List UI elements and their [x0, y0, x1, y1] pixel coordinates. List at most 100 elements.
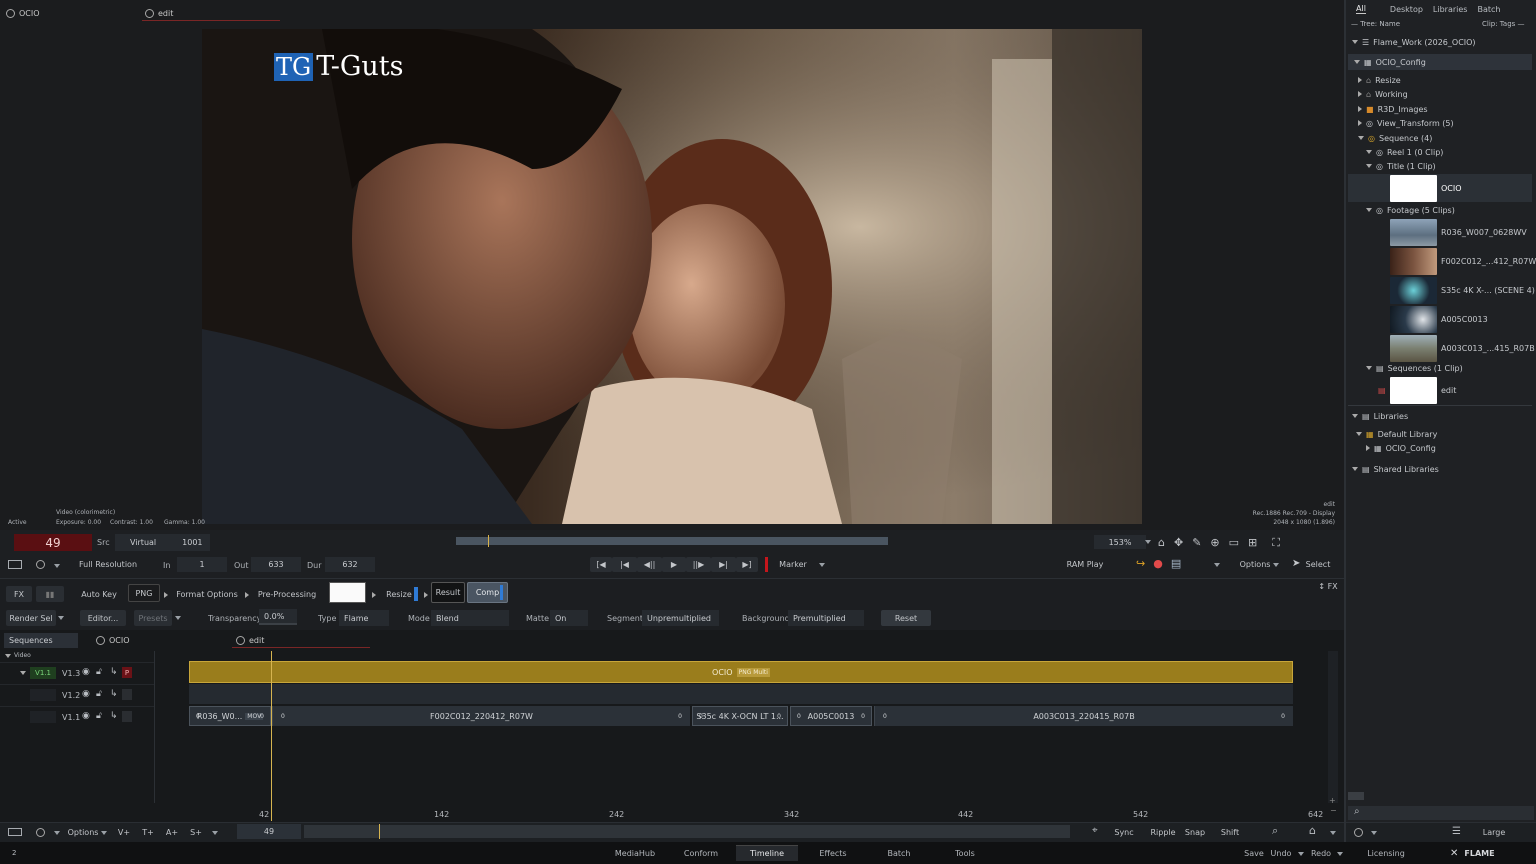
marker-button[interactable]: Marker	[772, 557, 814, 572]
target-icon[interactable]: ⊕	[1210, 536, 1219, 550]
tree-row-resize[interactable]: ⌂ Resize	[1348, 74, 1532, 86]
presets-button[interactable]: Presets	[134, 610, 172, 626]
empty-track-v1-2[interactable]	[189, 684, 1293, 704]
video-group[interactable]: Video	[5, 652, 31, 659]
thumbnail-size-button[interactable]: Large	[1472, 825, 1516, 839]
auto-key-button[interactable]: Auto Key	[78, 586, 120, 602]
background-field[interactable]: Premultiplied	[788, 610, 864, 626]
segment-a003c013[interactable]: 0 A003C013_220415_R07B 0	[874, 706, 1293, 726]
timeline-vscroll[interactable]	[1328, 651, 1338, 803]
priority-badge[interactable]: P	[122, 667, 132, 678]
step-forward-button[interactable]: ||▶	[686, 557, 711, 572]
redo-caret-icon[interactable]	[1337, 852, 1343, 856]
nav-tab-tools[interactable]: Tools	[940, 845, 990, 861]
track-header-v1-3[interactable]: V1.1 V1.3 ◉ 🔓︎ ↳ P	[0, 662, 154, 682]
lock-icon[interactable]: 🔓︎	[96, 667, 102, 677]
browser-gear-caret-icon[interactable]	[1371, 831, 1377, 835]
fx-thumb-button[interactable]: ▮▮	[36, 586, 64, 602]
add-subtitle-track-button[interactable]: S+	[186, 825, 206, 839]
matte-field[interactable]: On	[550, 610, 588, 626]
zoom-in-icon[interactable]: +	[1329, 796, 1336, 805]
dur-field[interactable]: 632	[325, 557, 375, 572]
eyedropper-icon[interactable]: ✎	[1192, 536, 1201, 550]
browser-gear-icon[interactable]	[1354, 828, 1363, 837]
timeline-gear-caret-icon[interactable]	[54, 831, 60, 835]
segment-field[interactable]: Unpremultiplied	[642, 610, 719, 626]
add-title-track-button[interactable]: T+	[138, 825, 158, 839]
priority-slot[interactable]	[122, 689, 132, 700]
link-icon[interactable]: ↳	[110, 711, 118, 721]
track-header-v1-2[interactable]: V1.2 ◉ 🔓︎ ↳	[0, 684, 154, 704]
src-label[interactable]: Src	[97, 538, 110, 547]
tree-row-r3d[interactable]: ■ R3D_Images	[1348, 103, 1532, 115]
tree-row-view-transform[interactable]: ◎ View_Transform (5)	[1348, 117, 1532, 129]
ripple-button[interactable]: Ripple	[1148, 825, 1178, 839]
timeline-tab-edit[interactable]: edit	[236, 636, 264, 645]
go-to-in-button[interactable]: [◀	[590, 557, 612, 572]
media-tab-all[interactable]: All	[1356, 4, 1366, 14]
timeline-frame-field[interactable]: 49	[237, 824, 301, 839]
track-header-v1-1[interactable]: V1.1 ◉ 🔓︎ ↳	[0, 706, 154, 726]
tree-row-title[interactable]: ◎ Title (1 Clip)	[1348, 160, 1532, 172]
fullscreen-icon[interactable]: ⛶	[1272, 536, 1280, 550]
save-button[interactable]: Save	[1240, 845, 1268, 861]
virtual-field[interactable]: Virtual 1001	[115, 534, 210, 551]
list-view-icon[interactable]: ☰	[1452, 826, 1461, 837]
go-to-start-button[interactable]: |◀	[612, 557, 637, 572]
title-clip-ocio[interactable]: OCIO PNG Multi	[189, 661, 1293, 683]
tree-row-shared-libraries[interactable]: ▤ Shared Libraries	[1348, 463, 1532, 475]
monitor-icon[interactable]	[8, 560, 22, 569]
format-options-button[interactable]: Format Options	[175, 586, 239, 602]
fx-collapse-button[interactable]: ↕ FX	[1316, 580, 1340, 593]
move-icon[interactable]: ✥	[1174, 536, 1183, 550]
media-tab-desktop[interactable]: Desktop	[1390, 5, 1423, 14]
pre-processing-button[interactable]: Pre-Processing	[256, 586, 318, 602]
clip-row-a003c013[interactable]: A003C013_...415_R07B	[1348, 334, 1535, 362]
eye-icon[interactable]: ◉	[82, 711, 90, 721]
play-button[interactable]: ▶	[662, 557, 686, 572]
viewer-tab-edit[interactable]: edit	[145, 9, 173, 18]
licensing-button[interactable]: Licensing	[1362, 845, 1410, 861]
overlay-caret-icon[interactable]	[1214, 563, 1220, 567]
tree-row-sequence[interactable]: ◎ Sequence (4)	[1348, 132, 1532, 144]
ram-play-button[interactable]: RAM Play	[1062, 557, 1108, 572]
type-field[interactable]: Flame	[339, 610, 389, 626]
editor-button[interactable]: Editor...	[80, 610, 126, 626]
nav-tab-mediahub[interactable]: MediaHub	[610, 845, 660, 861]
go-to-end-button[interactable]: ▶|	[711, 557, 736, 572]
timeline-options-button[interactable]: Options	[66, 825, 100, 839]
tree-row-footage[interactable]: ◎ Footage (5 Clips)	[1348, 204, 1532, 216]
browser-search-bar[interactable]: ⌕	[1348, 806, 1534, 820]
clip-row-a005c0013[interactable]: A005C0013	[1348, 305, 1532, 333]
tree-row-root[interactable]: ☰ Flame_Work (2026_OCIO)	[1348, 36, 1532, 48]
clip-row-ocio[interactable]: OCIO	[1348, 174, 1532, 202]
png-button[interactable]: PNG	[128, 584, 160, 602]
resize-button[interactable]: Resize	[383, 586, 415, 602]
tree-row-working[interactable]: ⌂ Working	[1348, 88, 1532, 100]
snap-button[interactable]: Snap	[1182, 825, 1208, 839]
timeline-gear-icon[interactable]	[36, 828, 45, 837]
segment-f002c012[interactable]: 0 F002C012_220412_R07W 0	[272, 706, 690, 726]
record-icon[interactable]: ●	[1153, 557, 1163, 570]
clip-row-edit[interactable]: ▤ edit	[1348, 376, 1532, 404]
step-back-button[interactable]: ◀||	[637, 557, 662, 572]
transparency-field[interactable]: 0.0%	[259, 609, 297, 623]
zoom-field[interactable]: 153%	[1094, 535, 1146, 549]
home-caret-icon[interactable]	[1330, 831, 1336, 835]
tree-row-ocio-config[interactable]: ▦ OCIO_Config	[1348, 54, 1532, 70]
mode-field[interactable]: Blend	[431, 610, 509, 626]
tracks-caret-icon[interactable]	[212, 831, 218, 835]
full-resolution-button[interactable]: Full Resolution	[74, 557, 142, 572]
presets-caret-icon[interactable]	[175, 616, 181, 620]
reset-button[interactable]: Reset	[881, 610, 931, 626]
tree-row-default-library[interactable]: ▦ Default Library	[1348, 428, 1532, 440]
clip-tags-label[interactable]: Clip: Tags —	[1482, 20, 1525, 28]
clip-row-f002c012[interactable]: F002C012_...412_R07W	[1348, 247, 1536, 275]
render-sel-button[interactable]: Render Sel	[6, 610, 56, 626]
add-video-track-button[interactable]: V+	[114, 825, 134, 839]
link-icon[interactable]: ↳	[110, 689, 118, 699]
nav-tab-batch[interactable]: Batch	[874, 845, 924, 861]
marker-caret-icon[interactable]	[819, 563, 825, 567]
fx-button[interactable]: FX	[6, 586, 32, 602]
select-button[interactable]: Select	[1304, 557, 1332, 572]
